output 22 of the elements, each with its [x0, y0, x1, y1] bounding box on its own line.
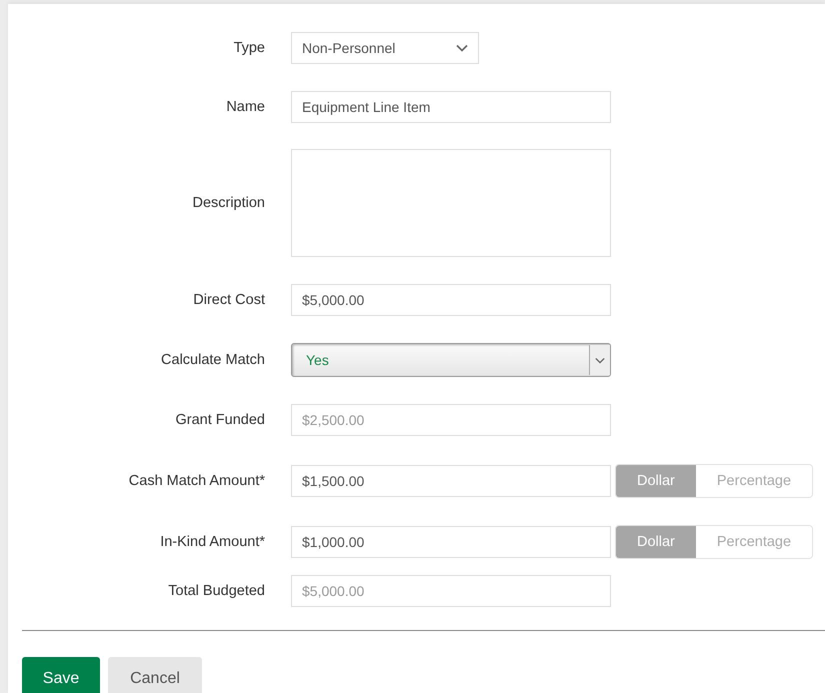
- type-dropdown[interactable]: Non-Personnel: [291, 32, 479, 64]
- field-label: In-Kind Amount*: [159, 534, 266, 550]
- field-label: Total Budgeted: [167, 583, 266, 599]
- text-field[interactable]: $5,000.00: [291, 284, 611, 316]
- field-label: Direct Cost: [192, 292, 266, 308]
- save-button[interactable]: Save: [22, 657, 100, 693]
- amount-field[interactable]: $1,000.00: [291, 526, 611, 558]
- match-dropdown[interactable]: Yes: [291, 343, 611, 377]
- field-label: Cash Match Amount*: [128, 473, 266, 489]
- cancel-button[interactable]: Cancel: [108, 657, 202, 693]
- chevron-down-icon: [456, 44, 468, 52]
- field-label: Grant Funded: [174, 412, 266, 428]
- description-field[interactable]: [291, 149, 611, 257]
- field-label: Name: [225, 99, 266, 115]
- readonly-field[interactable]: $5,000.00: [291, 575, 611, 607]
- readonly-field[interactable]: $2,500.00: [291, 404, 611, 436]
- field-label: Description: [191, 195, 266, 211]
- chevron-down-icon: [595, 356, 605, 364]
- amount-field[interactable]: $1,500.00: [291, 465, 611, 497]
- field-label: Type: [232, 40, 266, 56]
- text-field[interactable]: Equipment Line Item: [291, 91, 611, 123]
- field-label: Calculate Match: [160, 352, 266, 368]
